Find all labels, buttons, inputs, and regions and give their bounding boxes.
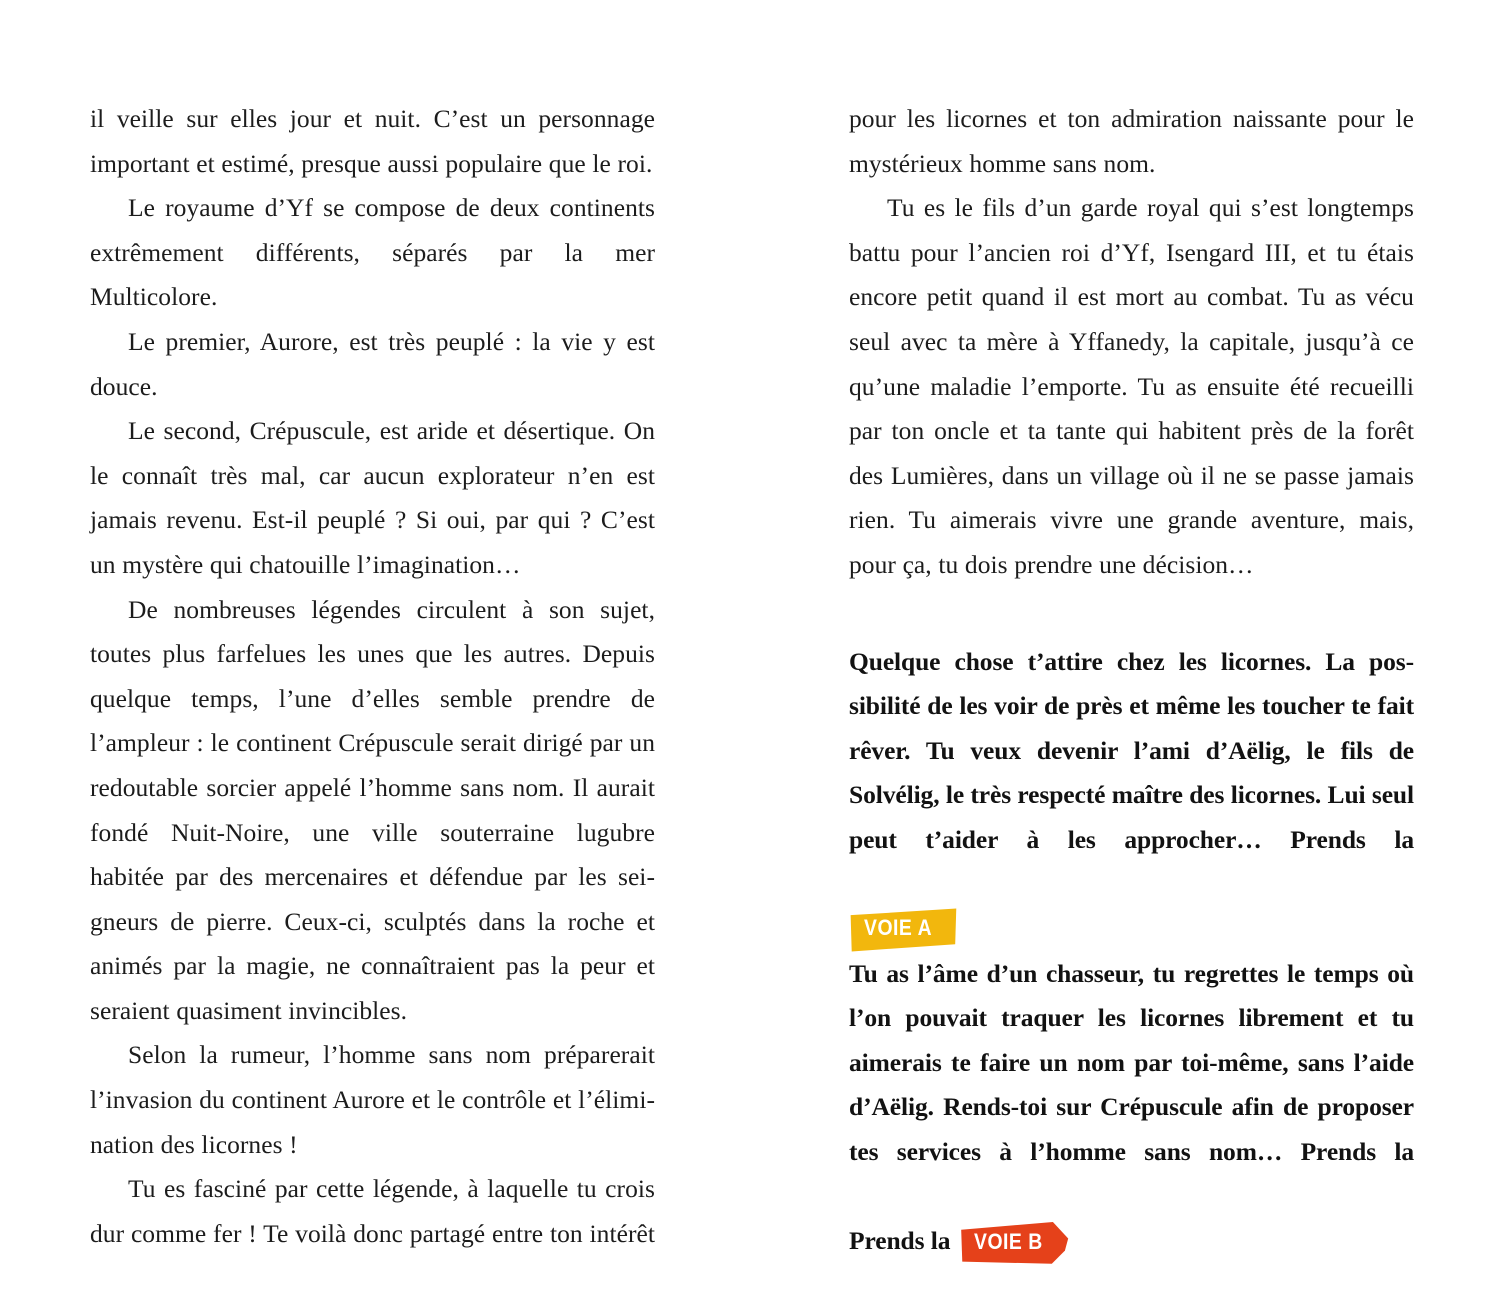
voie-a-badge-label: VOIE A — [864, 915, 933, 941]
paragraph-veille: il veille sur elles jour et nuit. C’est … — [90, 104, 655, 178]
choice-b-prends-la: Prends la — [849, 1226, 951, 1256]
paragraph-rumeur: Selon la rumeur, l’homme sans nom prépar… — [90, 1040, 655, 1159]
book-page: il veille sur elles jour et nuit. C’est … — [0, 0, 1500, 1265]
choice-b-text: Tu as l’âme d’un chasseur, tu regrettes … — [849, 958, 1414, 1167]
voie-b-badge[interactable]: VOIE B — [959, 1222, 1068, 1265]
choice-b-badge-line: Prends la VOIE B — [849, 1219, 1414, 1265]
paragraph-crepuscule: Le second, Crépuscule, est aride et dése… — [90, 416, 655, 579]
paragraph-legendes: De nombreuses légendes circulent à son s… — [90, 594, 655, 1025]
left-text-column: il veille sur elles jour et nuit. C’est … — [90, 97, 655, 1301]
two-column-layout: il veille sur elles jour et nuit. C’est … — [0, 0, 1500, 1265]
voie-a-badge[interactable]: VOIE A — [849, 908, 957, 952]
paragraph-admiration: pour les licornes et ton admiration nais… — [849, 104, 1414, 178]
paragraph-fils: Tu es le fils d’un garde royal qui s’est… — [849, 193, 1414, 579]
choice-a-paragraph: Quelque chose t’attire chez les licornes… — [849, 640, 1414, 908]
choice-a-text: Quelque chose t’attire chez les licornes… — [849, 646, 1414, 854]
choice-b-paragraph: Tu as l’âme d’un chasseur, tu regrettes … — [849, 952, 1414, 1220]
paragraph-aurore: Le premier, Aurore, est très peuplé : la… — [90, 326, 655, 401]
choice-section-spacer — [849, 588, 1414, 640]
paragraph-fascine: Tu es fasciné par cette légende, à laque… — [90, 1174, 655, 1248]
voie-b-badge-label: VOIE B — [973, 1229, 1043, 1255]
paragraph-royaume: Le royaume d’Yf se compose de deux conti… — [90, 193, 655, 312]
choice-a-badge-line: VOIE A — [849, 907, 1414, 952]
right-text-column: pour les licornes et ton admiration nais… — [849, 97, 1414, 1265]
